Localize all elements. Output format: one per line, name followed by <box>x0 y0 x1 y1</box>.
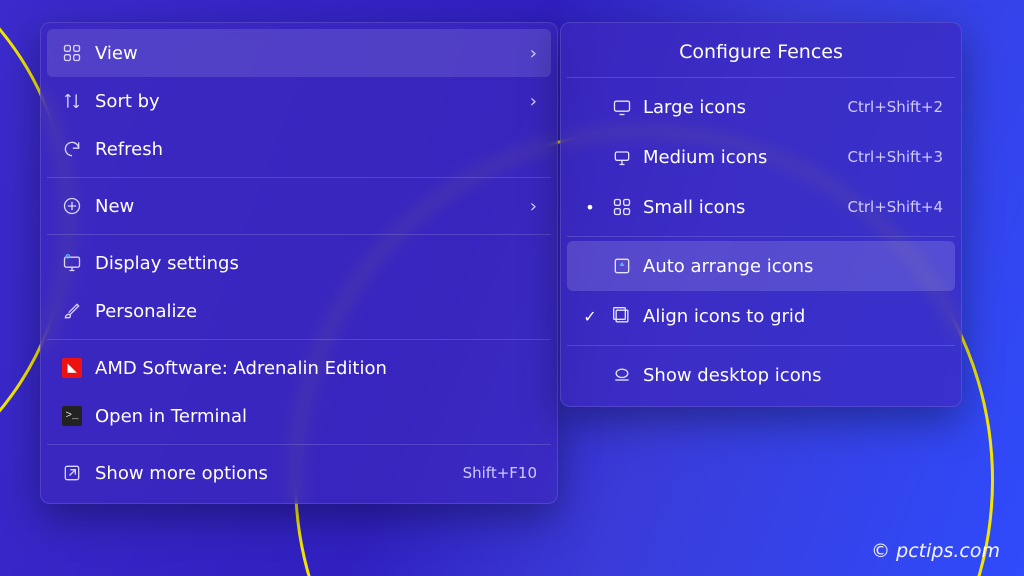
menu-item-display-settings[interactable]: Display settings <box>47 239 551 287</box>
menu-item-label: View <box>95 43 138 64</box>
chevron-right-icon: › <box>530 91 537 112</box>
menu-item-label: AMD Software: Adrenalin Edition <box>95 358 387 379</box>
submenu-item-label: Large icons <box>643 97 746 118</box>
menu-item-view[interactable]: View › <box>47 29 551 77</box>
menu-item-refresh[interactable]: Refresh <box>47 125 551 173</box>
menu-item-label: Refresh <box>95 139 163 160</box>
credit-text: © pctips.com <box>871 540 1000 562</box>
menu-item-personalize[interactable]: Personalize <box>47 287 551 335</box>
terminal-icon: >_ <box>61 405 83 427</box>
auto-arrange-icon <box>611 255 633 277</box>
menu-item-label: Open in Terminal <box>95 406 247 427</box>
amd-icon: ◣ <box>61 357 83 379</box>
submenu-item-medium-icons[interactable]: Medium icons Ctrl+Shift+3 <box>567 132 955 182</box>
submenu-shortcut: Ctrl+Shift+4 <box>848 198 943 216</box>
display-settings-icon <box>61 252 83 274</box>
grid-icon <box>61 42 83 64</box>
submenu-item-large-icons[interactable]: Large icons Ctrl+Shift+2 <box>567 82 955 132</box>
plus-circle-icon <box>61 195 83 217</box>
submenu-item-label: Show desktop icons <box>643 365 822 386</box>
submenu-item-small-icons[interactable]: • Small icons Ctrl+Shift+4 <box>567 182 955 232</box>
expand-icon <box>61 462 83 484</box>
chevron-right-icon: › <box>530 43 537 64</box>
refresh-icon <box>61 138 83 160</box>
menu-item-label: Show more options <box>95 463 268 484</box>
menu-item-sort[interactable]: Sort by › <box>47 77 551 125</box>
check-mark-checked: ✓ <box>579 307 601 326</box>
submenu-item-label: Medium icons <box>643 147 767 168</box>
submenu-item-show-desktop-icons[interactable]: Show desktop icons <box>567 350 955 400</box>
submenu-item-label: Auto arrange icons <box>643 256 813 277</box>
submenu-item-align-grid[interactable]: ✓ Align icons to grid <box>567 291 955 341</box>
submenu-item-auto-arrange[interactable]: Auto arrange icons <box>567 241 955 291</box>
submenu-title[interactable]: Configure Fences <box>567 29 955 73</box>
view-submenu: Configure Fences Large icons Ctrl+Shift+… <box>560 22 962 407</box>
submenu-item-label: Small icons <box>643 197 745 218</box>
menu-item-show-more[interactable]: Show more options Shift+F10 <box>47 449 551 497</box>
menu-item-new[interactable]: New › <box>47 182 551 230</box>
menu-item-label: Personalize <box>95 301 197 322</box>
desktop-context-menu: View › Sort by › Refresh New › Display s… <box>40 22 558 504</box>
brush-icon <box>61 300 83 322</box>
menu-item-amd[interactable]: ◣ AMD Software: Adrenalin Edition <box>47 344 551 392</box>
submenu-shortcut: Ctrl+Shift+3 <box>848 148 943 166</box>
align-grid-icon <box>611 305 633 327</box>
small-icons-icon <box>611 196 633 218</box>
large-icons-icon <box>611 96 633 118</box>
menu-item-label: Sort by <box>95 91 160 112</box>
menu-item-terminal[interactable]: >_ Open in Terminal <box>47 392 551 440</box>
sort-icon <box>61 90 83 112</box>
menu-shortcut: Shift+F10 <box>463 464 537 482</box>
medium-icons-icon <box>611 146 633 168</box>
menu-item-label: New <box>95 196 134 217</box>
show-desktop-icons-icon <box>611 364 633 386</box>
radio-mark-selected: • <box>579 198 601 217</box>
submenu-item-label: Align icons to grid <box>643 306 805 327</box>
submenu-shortcut: Ctrl+Shift+2 <box>848 98 943 116</box>
menu-item-label: Display settings <box>95 253 239 274</box>
chevron-right-icon: › <box>530 196 537 217</box>
